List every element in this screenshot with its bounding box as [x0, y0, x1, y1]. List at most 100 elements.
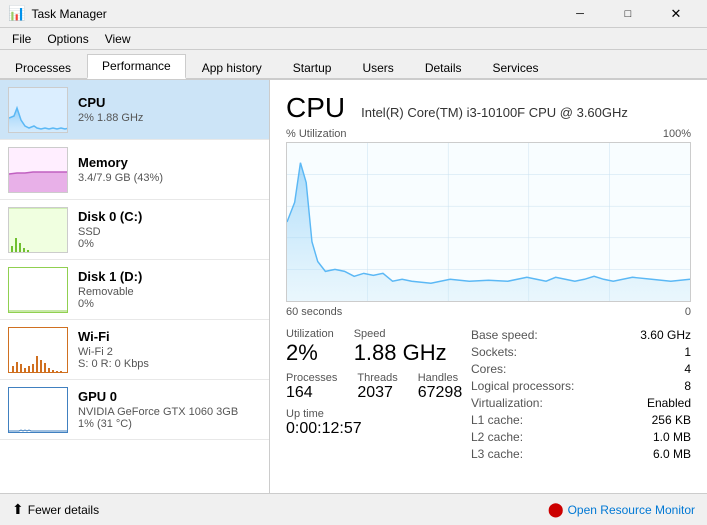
info-base-speed: Base speed: 3.60 GHz — [471, 328, 691, 342]
l1-val: 256 KB — [652, 413, 691, 427]
close-button[interactable]: ✕ — [653, 4, 699, 24]
menu-bar: File Options View — [0, 28, 707, 50]
gpu0-mini-svg — [9, 388, 67, 432]
utilization-value: 2% — [286, 340, 334, 366]
tab-services[interactable]: Services — [478, 56, 554, 79]
app-title: Task Manager — [31, 7, 106, 21]
gpu0-mini-graph — [8, 387, 68, 433]
minimize-button[interactable]: ─ — [557, 4, 603, 24]
tab-app-history[interactable]: App history — [187, 56, 277, 79]
app-icon: 📊 — [8, 5, 25, 22]
monitor-icon: ⬤ — [548, 501, 564, 518]
fewer-details-btn[interactable]: ⬆ Fewer details — [12, 501, 99, 518]
gpu0-sub2: 1% (31 °C) — [78, 418, 261, 430]
logical-key: Logical processors: — [471, 379, 574, 393]
sidebar-item-gpu0[interactable]: GPU 0 NVIDIA GeForce GTX 1060 3GB 1% (31… — [0, 380, 269, 440]
speed-box: Speed 1.88 GHz — [354, 328, 447, 366]
l2-val: 1.0 MB — [653, 430, 691, 444]
sidebar-item-memory[interactable]: Memory 3.4/7.9 GB (43%) — [0, 140, 269, 200]
disk0-sub2: 0% — [78, 238, 261, 250]
chevron-up-icon: ⬆ — [12, 501, 24, 518]
cpu-mini-svg — [9, 88, 68, 133]
cpu-chart — [286, 142, 691, 302]
chart-y-max: 100% — [663, 128, 691, 140]
speed-value: 1.88 GHz — [354, 340, 447, 366]
gpu0-sub1: NVIDIA GeForce GTX 1060 3GB — [78, 406, 261, 418]
main-subtitle: Intel(R) Core(TM) i3-10100F CPU @ 3.60GH… — [361, 105, 628, 120]
cpu-sub: 2% 1.88 GHz — [78, 112, 261, 124]
gpu0-name: GPU 0 — [78, 389, 261, 404]
wifi-sub1: Wi-Fi 2 — [78, 346, 261, 358]
base-speed-val: 3.60 GHz — [640, 328, 691, 342]
threads-value: 2037 — [357, 384, 397, 402]
tab-processes[interactable]: Processes — [0, 56, 86, 79]
info-l1: L1 cache: 256 KB — [471, 413, 691, 427]
utilization-box: Utilization 2% — [286, 328, 334, 366]
menu-view[interactable]: View — [97, 30, 139, 48]
title-bar: 📊 Task Manager ─ □ ✕ — [0, 0, 707, 28]
mem-name: Memory — [78, 155, 261, 170]
sidebar-item-disk1[interactable]: Disk 1 (D:) Removable 0% — [0, 260, 269, 320]
tab-startup[interactable]: Startup — [278, 56, 347, 79]
uptime-value: 0:00:12:57 — [286, 420, 471, 438]
base-speed-key: Base speed: — [471, 328, 538, 342]
stats-left: Utilization 2% Speed 1.88 GHz Processes … — [286, 328, 471, 464]
handles-box: Handles 67298 — [418, 372, 463, 402]
wifi-name: Wi-Fi — [78, 329, 261, 344]
cores-val: 4 — [684, 362, 691, 376]
disk0-sidebar-info: Disk 0 (C:) SSD 0% — [78, 209, 261, 250]
virt-val: Enabled — [647, 396, 691, 410]
title-bar-left: 📊 Task Manager — [8, 5, 107, 22]
mem-mini-svg — [9, 148, 68, 193]
disk1-sidebar-info: Disk 1 (D:) Removable 0% — [78, 269, 261, 310]
info-virt: Virtualization: Enabled — [471, 396, 691, 410]
sidebar-item-disk0[interactable]: Disk 0 (C:) SSD 0% — [0, 200, 269, 260]
info-l2: L2 cache: 1.0 MB — [471, 430, 691, 444]
disk0-sub1: SSD — [78, 226, 261, 238]
maximize-button[interactable]: □ — [605, 4, 651, 24]
speed-label: Speed — [354, 328, 447, 340]
disk1-sub2: 0% — [78, 298, 261, 310]
handles-value: 67298 — [418, 384, 463, 402]
uptime-label: Up time — [286, 408, 471, 420]
utilization-label: Utilization — [286, 328, 334, 340]
main-header: CPU Intel(R) Core(TM) i3-10100F CPU @ 3.… — [286, 92, 691, 124]
processes-value: 164 — [286, 384, 337, 402]
tab-performance[interactable]: Performance — [87, 54, 186, 79]
menu-file[interactable]: File — [4, 30, 39, 48]
disk1-mini-svg — [9, 268, 67, 312]
cpu-mini-graph — [8, 87, 68, 133]
sockets-val: 1 — [684, 345, 691, 359]
content-area: CPU 2% 1.88 GHz Memory 3.4/7.9 GB (43%) — [0, 80, 707, 493]
threads-label: Threads — [357, 372, 397, 384]
mem-sub: 3.4/7.9 GB (43%) — [78, 172, 261, 184]
mem-mini-graph — [8, 147, 68, 193]
title-bar-controls: ─ □ ✕ — [557, 4, 699, 24]
menu-options[interactable]: Options — [39, 30, 96, 48]
sidebar-item-cpu[interactable]: CPU 2% 1.88 GHz — [0, 80, 269, 140]
l3-val: 6.0 MB — [653, 447, 691, 461]
l2-key: L2 cache: — [471, 430, 523, 444]
cpu-name: CPU — [78, 95, 261, 110]
stats-row-2: Processes 164 Threads 2037 Handles 67298 — [286, 372, 471, 402]
processes-label: Processes — [286, 372, 337, 384]
l3-key: L3 cache: — [471, 447, 523, 461]
stats-row-1: Utilization 2% Speed 1.88 GHz — [286, 328, 471, 366]
stats-section: Utilization 2% Speed 1.88 GHz Processes … — [286, 328, 691, 464]
chart-x-left: 60 seconds — [286, 306, 342, 318]
disk1-name: Disk 1 (D:) — [78, 269, 261, 284]
sockets-key: Sockets: — [471, 345, 517, 359]
bottom-bar: ⬆ Fewer details ⬤ Open Resource Monitor — [0, 493, 707, 525]
tab-users[interactable]: Users — [347, 56, 408, 79]
processes-box: Processes 164 — [286, 372, 337, 402]
open-monitor-btn[interactable]: ⬤ Open Resource Monitor — [548, 501, 695, 518]
stats-right: Base speed: 3.60 GHz Sockets: 1 Cores: 4… — [471, 328, 691, 464]
disk0-name: Disk 0 (C:) — [78, 209, 261, 224]
info-sockets: Sockets: 1 — [471, 345, 691, 359]
sidebar: CPU 2% 1.88 GHz Memory 3.4/7.9 GB (43%) — [0, 80, 270, 493]
sidebar-item-wifi[interactable]: Wi-Fi Wi-Fi 2 S: 0 R: 0 Kbps — [0, 320, 269, 380]
info-l3: L3 cache: 6.0 MB — [471, 447, 691, 461]
disk1-sub1: Removable — [78, 286, 261, 298]
tab-details[interactable]: Details — [410, 56, 477, 79]
chart-y-label: % Utilization — [286, 128, 347, 140]
